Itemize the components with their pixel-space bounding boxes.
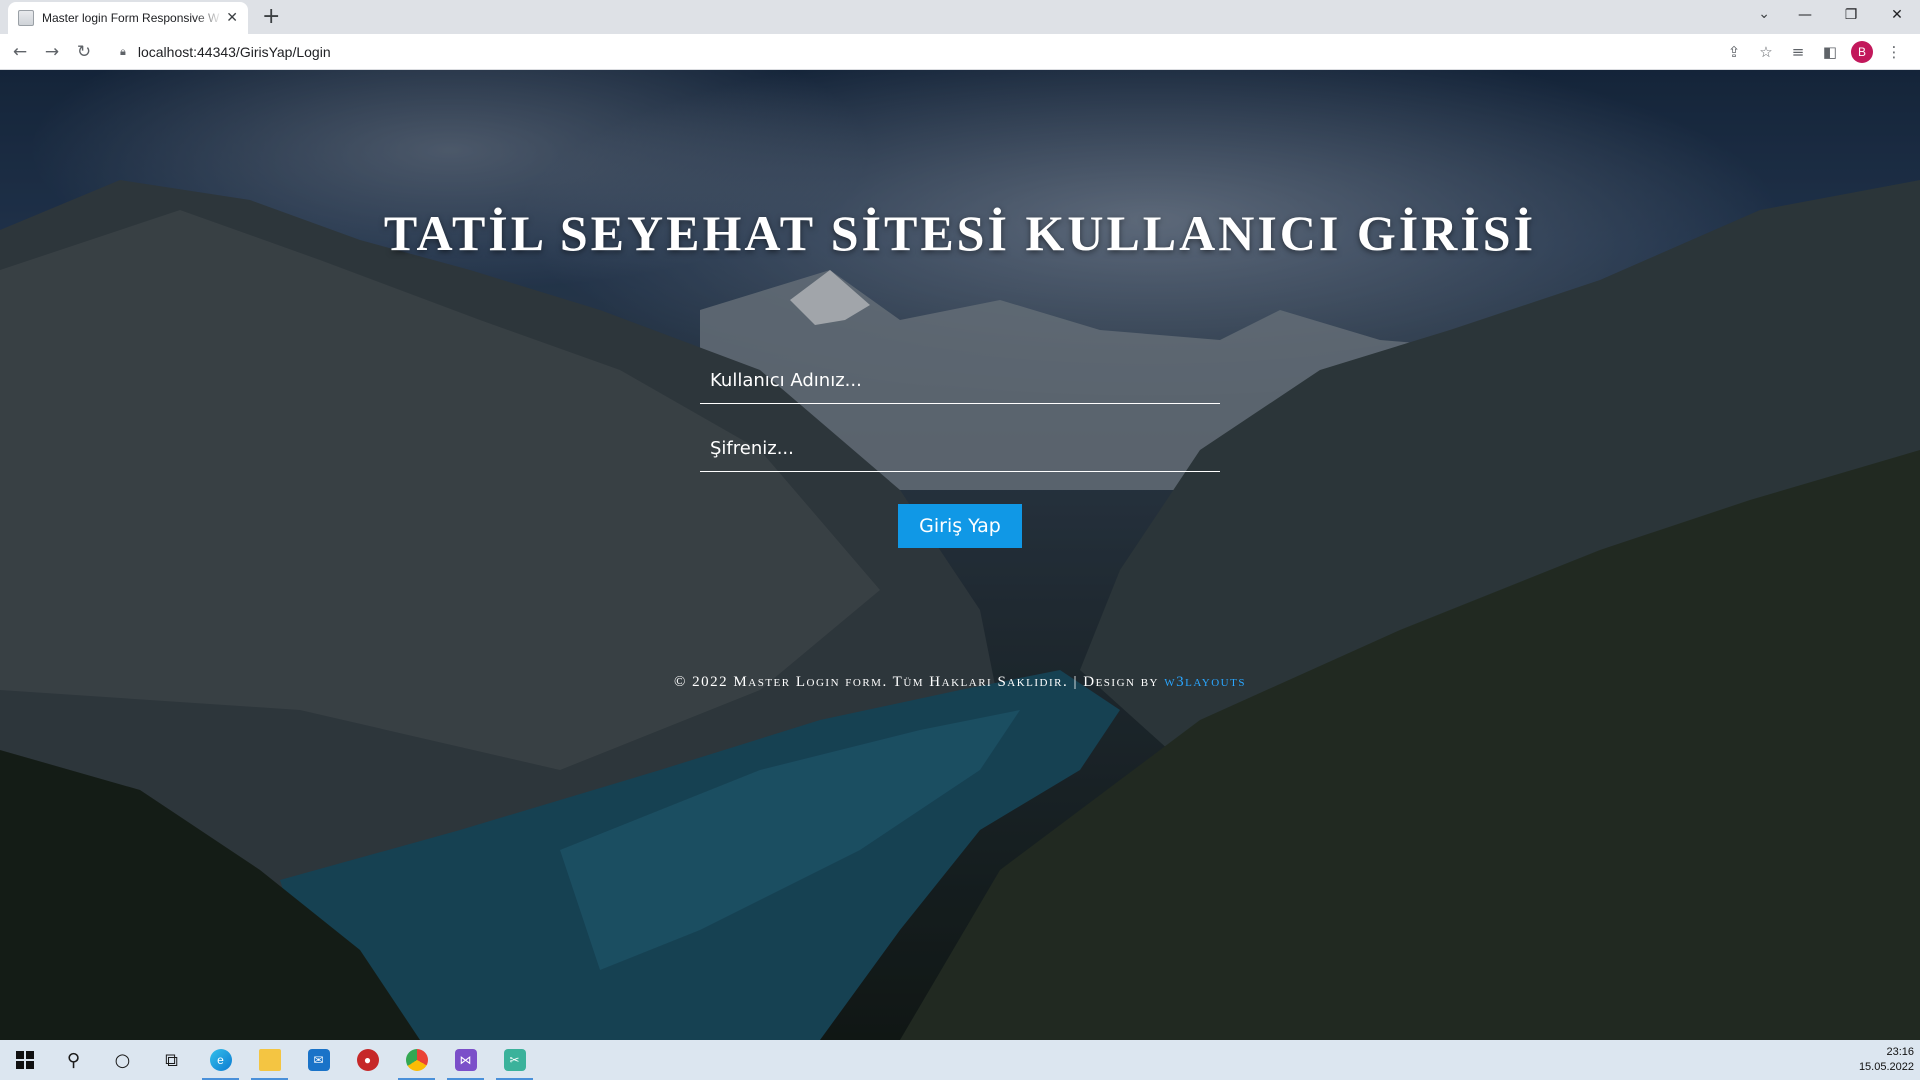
search-icon[interactable]: ⚲ — [49, 1040, 98, 1080]
page-viewport: TATİL SEYEHAT SİTESİ KULLANICI GİRİSİ Gi… — [0, 70, 1920, 1040]
copyright-text: © 2022 Master Login form. Tüm Hakları Sa… — [674, 674, 1165, 690]
page-title: TATİL SEYEHAT SİTESİ KULLANICI GİRİSİ — [383, 204, 1537, 261]
file-explorer-icon[interactable] — [245, 1040, 294, 1080]
reload-icon[interactable]: ↻ — [72, 40, 96, 64]
clock-date: 15.05.2022 — [1858, 1061, 1914, 1073]
toolbar-actions: ⇪ ☆ ≡ ◧ B ⋮ — [1718, 40, 1910, 64]
snipping-tool-icon[interactable]: ✂ — [490, 1040, 539, 1080]
browser-tab[interactable]: Master login Form Responsive W ✕ — [8, 2, 248, 34]
tab-title: Master login Form Responsive W — [42, 11, 220, 25]
system-clock[interactable]: 23:16 15.05.2022 — [1859, 1045, 1914, 1075]
browser-toolbar: ← → ↻ 🔒︎ localhost:44343/GirisYap/Login … — [0, 34, 1920, 70]
restore-icon[interactable]: ❐ — [1828, 0, 1874, 30]
login-button[interactable]: Giriş Yap — [898, 504, 1022, 548]
close-tab-icon[interactable]: ✕ — [226, 10, 238, 26]
clock-time: 23:16 — [1886, 1046, 1914, 1058]
cortana-icon[interactable]: ○ — [98, 1040, 147, 1080]
back-icon[interactable]: ← — [8, 40, 32, 64]
star-icon[interactable]: ☆ — [1750, 40, 1782, 64]
windows-taskbar: ⚲ ○ ⧉ e ✉ ● ⋈ ✂ 23:16 15.05.2022 — [0, 1040, 1920, 1080]
forward-icon[interactable]: → — [40, 40, 64, 64]
media-app-icon[interactable]: ● — [343, 1040, 392, 1080]
password-input[interactable] — [700, 426, 1220, 472]
menu-icon[interactable]: ⋮ — [1878, 40, 1910, 64]
new-tab-button[interactable]: + — [262, 4, 280, 29]
window-controls: — ❐ ✕ — [1782, 0, 1920, 30]
minimize-icon[interactable]: — — [1782, 0, 1828, 30]
page-footer: © 2022 Master Login form. Tüm Hakları Sa… — [0, 674, 1920, 691]
address-bar[interactable]: 🔒︎ localhost:44343/GirisYap/Login — [108, 38, 1748, 66]
task-view-icon[interactable]: ⧉ — [147, 1040, 196, 1080]
username-input[interactable] — [700, 358, 1220, 404]
browser-tab-strip: Master login Form Responsive W ✕ + ⌄ — ❐… — [0, 0, 1920, 34]
reading-list-icon[interactable]: ≡ — [1782, 40, 1814, 64]
lock-icon[interactable]: 🔒︎ — [120, 45, 126, 59]
w3layouts-link[interactable]: w3layouts — [1164, 674, 1246, 690]
share-icon[interactable]: ⇪ — [1718, 40, 1750, 64]
profile-avatar[interactable]: B — [1851, 41, 1873, 63]
close-window-icon[interactable]: ✕ — [1874, 0, 1920, 30]
visual-studio-icon[interactable]: ⋈ — [441, 1040, 490, 1080]
edge-icon[interactable]: e — [196, 1040, 245, 1080]
mail-icon[interactable]: ✉ — [294, 1040, 343, 1080]
url-text[interactable]: localhost:44343/GirisYap/Login — [138, 44, 331, 60]
side-panel-icon[interactable]: ◧ — [1814, 40, 1846, 64]
tab-search-icon[interactable]: ⌄ — [1758, 6, 1770, 22]
start-icon[interactable] — [0, 1040, 49, 1080]
chrome-icon[interactable] — [392, 1040, 441, 1080]
page-favicon-icon — [18, 10, 34, 26]
